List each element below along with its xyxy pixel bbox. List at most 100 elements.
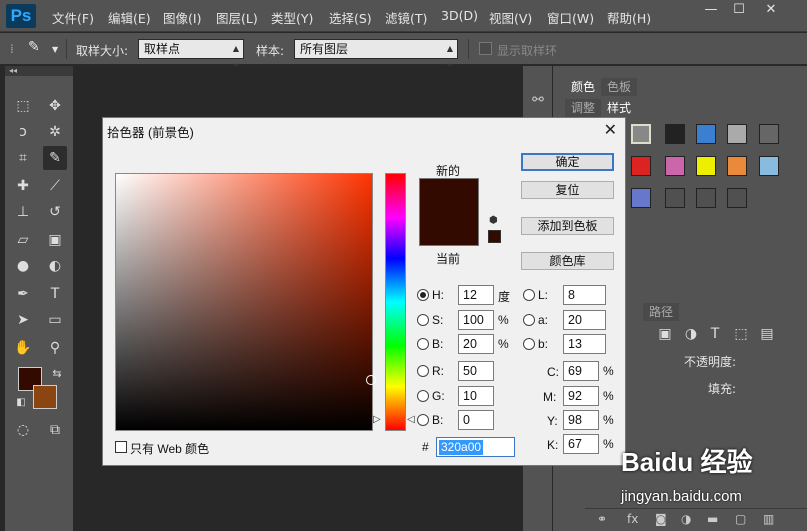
tab-styles[interactable]: 样式 bbox=[601, 99, 638, 117]
hex-field[interactable]: 320a00 bbox=[436, 437, 515, 457]
red-radio[interactable] bbox=[417, 365, 429, 377]
cube-icon[interactable]: ⬢ bbox=[489, 215, 498, 226]
lab-a-field[interactable]: 20 bbox=[563, 310, 606, 330]
eraser-tool-icon[interactable]: ▱ bbox=[11, 228, 35, 252]
lasso-tool-icon[interactable]: ↄ bbox=[11, 120, 35, 144]
path-select-icon[interactable]: ➤ bbox=[11, 308, 35, 332]
minimize-button[interactable]: — bbox=[697, 0, 725, 20]
menu-layer[interactable]: 图层(L) bbox=[216, 8, 258, 27]
menu-3d[interactable]: 3D(D) bbox=[441, 8, 478, 23]
clone-stamp-icon[interactable]: ⊥ bbox=[11, 200, 35, 224]
marquee-tool-icon[interactable]: ⬚ bbox=[11, 94, 35, 118]
hand-tool-icon[interactable]: ✋ bbox=[11, 336, 35, 360]
reset-button[interactable]: 复位 bbox=[521, 181, 614, 199]
panel-collapse-icon[interactable]: ◂◂ bbox=[5, 66, 73, 76]
type-tool-icon[interactable]: T bbox=[43, 282, 67, 306]
style-swatch[interactable] bbox=[759, 124, 779, 144]
menu-type[interactable]: 类型(Y) bbox=[271, 8, 313, 27]
style-swatch[interactable] bbox=[631, 188, 651, 208]
menu-select[interactable]: 选择(S) bbox=[329, 8, 372, 27]
tab-adjustments[interactable]: 调整 bbox=[565, 99, 602, 117]
dodge-tool-icon[interactable]: ◐ bbox=[43, 254, 67, 278]
history-panel-icon[interactable]: ⚯ bbox=[526, 88, 550, 112]
blue-radio[interactable] bbox=[417, 414, 429, 426]
tab-color[interactable]: 颜色 bbox=[565, 78, 602, 96]
green-field[interactable]: 10 bbox=[458, 386, 494, 406]
swap-colors-icon[interactable]: ⇆ bbox=[45, 362, 69, 386]
tab-swatches[interactable]: 色板 bbox=[601, 78, 638, 96]
lab-l-field[interactable]: 8 bbox=[563, 285, 606, 305]
magenta-field[interactable]: 92 bbox=[563, 386, 599, 406]
menu-image[interactable]: 图像(I) bbox=[163, 8, 201, 27]
brush-tool-icon[interactable]: ⟋ bbox=[43, 174, 67, 198]
style-swatch[interactable] bbox=[759, 156, 779, 176]
blue-field[interactable]: 0 bbox=[458, 410, 494, 430]
hue-slider[interactable] bbox=[385, 173, 406, 431]
lab-a-radio[interactable] bbox=[523, 314, 535, 326]
menu-edit[interactable]: 编辑(E) bbox=[108, 8, 151, 27]
tab-paths[interactable]: 路径 bbox=[643, 303, 680, 321]
rectangle-tool-icon[interactable]: ▭ bbox=[43, 308, 67, 332]
quick-mask-icon[interactable]: ◌ bbox=[11, 418, 35, 442]
yellow-field[interactable]: 98 bbox=[563, 410, 599, 430]
style-swatch[interactable] bbox=[631, 156, 651, 176]
adjustment-filter-icon[interactable]: ◑ bbox=[679, 322, 703, 346]
lab-l-radio[interactable] bbox=[523, 289, 535, 301]
hue-field[interactable]: 12 bbox=[458, 285, 494, 305]
blur-tool-icon[interactable]: ● bbox=[11, 254, 35, 278]
sample-size-select[interactable]: 取样点 ▲▼ bbox=[138, 39, 244, 71]
green-radio[interactable] bbox=[417, 390, 429, 402]
menu-file[interactable]: 文件(F) bbox=[52, 8, 94, 27]
saturation-field[interactable]: 100 bbox=[458, 310, 494, 330]
style-swatch[interactable] bbox=[665, 188, 685, 208]
gamut-warning-swatch[interactable] bbox=[488, 230, 501, 243]
close-window-button[interactable]: ✕ bbox=[757, 0, 785, 20]
style-swatch[interactable] bbox=[727, 156, 747, 176]
maximize-button[interactable]: ☐ bbox=[725, 0, 753, 20]
current-color-swatch[interactable] bbox=[419, 212, 479, 246]
color-selection-cursor[interactable] bbox=[366, 375, 376, 385]
brightness-field[interactable]: 20 bbox=[458, 334, 494, 354]
lab-b-field[interactable]: 13 bbox=[563, 334, 606, 354]
hue-slider-arrow-icon[interactable]: ◁ bbox=[407, 414, 415, 425]
image-filter-icon[interactable]: ▣ bbox=[653, 322, 677, 346]
cyan-field[interactable]: 69 bbox=[563, 361, 599, 381]
healing-brush-icon[interactable]: ✚ bbox=[11, 174, 35, 198]
hue-slider-arrow-icon[interactable]: ▷ bbox=[373, 414, 381, 425]
style-swatch[interactable] bbox=[696, 188, 716, 208]
chevron-down-icon[interactable]: ▼ bbox=[52, 45, 58, 54]
style-swatch[interactable] bbox=[696, 124, 716, 144]
type-filter-icon[interactable]: T bbox=[703, 322, 727, 346]
move-tool-icon[interactable]: ✥ bbox=[43, 94, 67, 118]
hue-radio[interactable] bbox=[417, 289, 429, 301]
smart-object-filter-icon[interactable]: ▤ bbox=[755, 322, 779, 346]
screen-mode-icon[interactable]: ⧉ bbox=[43, 418, 67, 442]
menu-filter[interactable]: 滤镜(T) bbox=[385, 8, 427, 27]
close-icon[interactable]: ✕ bbox=[604, 120, 617, 140]
ok-button[interactable]: 确定 bbox=[521, 153, 614, 171]
only-web-colors-checkbox[interactable] bbox=[115, 441, 127, 453]
style-swatch[interactable] bbox=[727, 124, 747, 144]
style-swatch[interactable] bbox=[665, 156, 685, 176]
saturation-brightness-field[interactable] bbox=[115, 173, 373, 431]
style-swatch[interactable] bbox=[727, 188, 747, 208]
pen-tool-icon[interactable]: ✒ bbox=[11, 282, 35, 306]
brightness-radio[interactable] bbox=[417, 338, 429, 350]
style-swatch[interactable] bbox=[696, 156, 716, 176]
default-colors-icon[interactable]: ◧ bbox=[9, 391, 33, 415]
history-brush-icon[interactable]: ↺ bbox=[43, 200, 67, 224]
eyedropper-tool-icon[interactable]: ✎ bbox=[43, 146, 67, 170]
show-ring-checkbox[interactable] bbox=[479, 42, 492, 55]
style-swatch[interactable] bbox=[631, 124, 651, 144]
red-field[interactable]: 50 bbox=[458, 361, 494, 381]
menu-window[interactable]: 窗口(W) bbox=[547, 8, 594, 27]
sample-select[interactable]: 所有图层 ▲▼ bbox=[294, 39, 458, 71]
gradient-tool-icon[interactable]: ▣ bbox=[43, 228, 67, 252]
add-to-swatches-button[interactable]: 添加到色板 bbox=[521, 217, 614, 235]
eyedropper-icon[interactable]: ✎ bbox=[28, 39, 40, 55]
magic-wand-icon[interactable]: ✲ bbox=[43, 120, 67, 144]
shape-filter-icon[interactable]: ⬚ bbox=[729, 322, 753, 346]
menu-help[interactable]: 帮助(H) bbox=[607, 8, 651, 27]
menu-view[interactable]: 视图(V) bbox=[489, 8, 532, 27]
background-color-swatch[interactable] bbox=[33, 385, 57, 409]
